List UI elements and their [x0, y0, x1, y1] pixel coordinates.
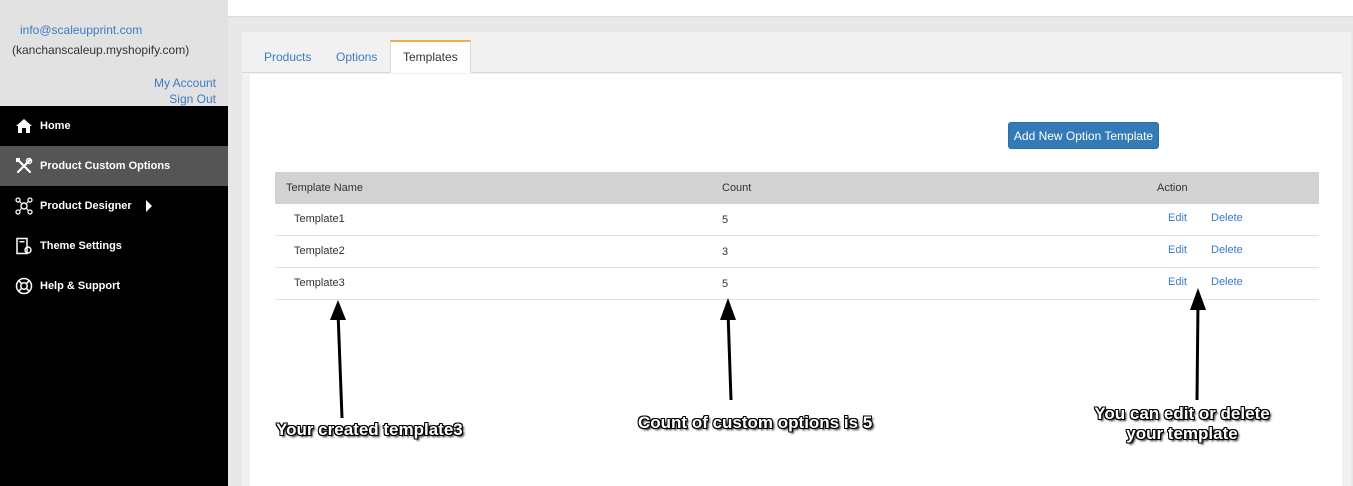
template-name-cell: Template1 [294, 213, 345, 225]
edit-link[interactable]: Edit [1168, 212, 1187, 224]
nav-item-home[interactable]: Home [0, 106, 228, 146]
nav-item-help-support[interactable]: Help & Support [0, 266, 228, 306]
designer-icon [15, 197, 33, 215]
count-cell: 3 [722, 246, 729, 258]
tools-icon [15, 157, 33, 175]
column-header-action: Action [1157, 182, 1188, 194]
account-panel: info@scaleupprint.com (kanchanscaleup.my… [0, 0, 228, 106]
my-account-link[interactable]: My Account [154, 76, 216, 90]
count-cell: 5 [722, 214, 729, 226]
sidebar: info@scaleupprint.com (kanchanscaleup.my… [0, 0, 228, 486]
theme-settings-icon [15, 237, 33, 255]
nav-item-label: Theme Settings [40, 240, 122, 252]
annotation-action-line2: your template [1126, 424, 1238, 443]
nav-item-product-designer[interactable]: Product Designer [0, 186, 228, 226]
edit-link[interactable]: Edit [1168, 244, 1187, 256]
table-row: Template3 5 Edit Delete [275, 268, 1319, 300]
account-email-link[interactable]: info@scaleupprint.com [20, 23, 142, 37]
account-shop-name: (kanchanscaleup.myshopify.com) [12, 43, 190, 57]
annotation-action: You can edit or delete your template [1082, 404, 1282, 444]
edit-link[interactable]: Edit [1168, 276, 1187, 288]
sign-out-link[interactable]: Sign Out [169, 92, 216, 106]
caret-right-icon [146, 200, 152, 212]
nav-item-label: Help & Support [40, 280, 121, 292]
table-header: Template Name Count Action [275, 172, 1319, 204]
lifebuoy-icon [15, 277, 33, 295]
nav-item-product-custom-options[interactable]: Product Custom Options [0, 146, 228, 186]
tab-products[interactable]: Products [252, 40, 323, 73]
delete-link[interactable]: Delete [1211, 276, 1243, 288]
annotation-template: Your created template3 [276, 420, 463, 439]
table-row: Template2 3 Edit Delete [275, 236, 1319, 268]
tab-options[interactable]: Options [324, 40, 389, 73]
delete-link[interactable]: Delete [1211, 244, 1243, 256]
nav-item-label: Home [40, 120, 71, 132]
home-icon [15, 117, 33, 135]
template-name-cell: Template3 [294, 277, 345, 289]
template-name-cell: Template2 [294, 245, 345, 257]
annotation-action-line1: You can edit or delete [1094, 404, 1270, 423]
tab-templates[interactable]: Templates [390, 40, 471, 73]
top-bar [228, 0, 1353, 17]
nav-item-label: Product Designer [40, 200, 132, 212]
add-new-option-template-button[interactable]: Add New Option Template [1008, 122, 1159, 149]
table-row: Template1 5 Edit Delete [275, 204, 1319, 236]
column-header-count: Count [722, 182, 752, 194]
tab-bar: Products Options Templates [242, 40, 1342, 73]
count-cell: 5 [722, 278, 729, 290]
annotation-count: Count of custom options is 5 [638, 413, 873, 432]
nav-item-theme-settings[interactable]: Theme Settings [0, 226, 228, 266]
nav-item-label: Product Custom Options [40, 160, 171, 172]
column-header-template-name: Template Name [286, 182, 364, 194]
delete-link[interactable]: Delete [1211, 212, 1243, 224]
templates-table: Template Name Count Action Template1 5 E… [275, 172, 1319, 300]
